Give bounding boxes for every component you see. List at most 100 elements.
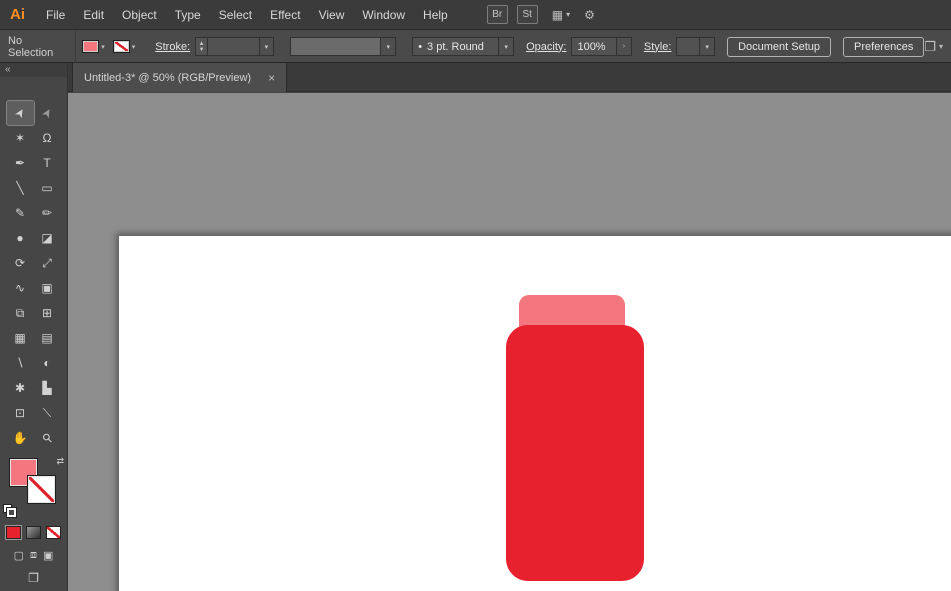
preferences-button[interactable]: Preferences — [843, 37, 924, 57]
menu-file[interactable]: File — [37, 0, 74, 30]
symbol-sprayer-tool-icon: ✱ — [15, 381, 25, 395]
menu-edit[interactable]: Edit — [74, 0, 113, 30]
tool-direct-selection[interactable]: ➤ — [34, 101, 61, 125]
menu-window[interactable]: Window — [353, 0, 414, 30]
tool-selection[interactable]: ➤ — [7, 101, 34, 125]
tool-gradient[interactable]: ▤ — [34, 326, 61, 350]
stroke-color-swatch[interactable] — [113, 40, 130, 53]
tool-rectangle[interactable]: ▭ — [34, 176, 61, 200]
tool-magic-wand[interactable]: ✶ — [7, 126, 34, 150]
chevron-down-icon: ▾ — [566, 10, 570, 19]
cs-live-button[interactable]: ⚙ — [584, 8, 595, 22]
tool-free-transform[interactable]: ▣ — [34, 276, 61, 300]
swap-fill-stroke-icon[interactable]: ⇄ — [56, 456, 64, 467]
tool-pencil[interactable]: ✏ — [34, 201, 61, 225]
document-tab-title: Untitled-3* @ 50% (RGB/Preview) — [84, 72, 251, 84]
tool-hand[interactable]: ✋ — [7, 426, 34, 450]
tool-artboard[interactable]: ⊡ — [7, 401, 34, 425]
opacity-label[interactable]: Opacity: — [526, 41, 566, 53]
tool-slice[interactable]: ⟍ — [34, 401, 61, 425]
opacity-dropdown[interactable]: › — [617, 37, 632, 56]
tool-column-graph[interactable]: ▙ — [34, 376, 61, 400]
tool-scale[interactable]: ⤢ — [34, 251, 61, 275]
tool-perspective-grid[interactable]: ⊞ — [34, 301, 61, 325]
screen-mode-icon[interactable]: ❐ — [0, 571, 67, 585]
menu-effect[interactable]: Effect — [261, 0, 309, 30]
default-fill-stroke-icon[interactable] — [3, 504, 17, 518]
width-profile-dropdown — [290, 37, 381, 56]
bridge-button[interactable]: Br — [487, 5, 508, 24]
arrange-documents-button[interactable]: ▦ ▾ — [552, 8, 570, 22]
tool-eyedropper[interactable]: ∖ — [7, 351, 34, 375]
menu-help[interactable]: Help — [414, 0, 457, 30]
shape-builder-tool-icon: ⧉ — [16, 306, 25, 321]
tool-width[interactable]: ∿ — [7, 276, 34, 300]
tool-shape-builder[interactable]: ⧉ — [7, 301, 34, 325]
type-tool-icon: T — [43, 156, 50, 170]
draw-normal-icon[interactable]: ▢ — [14, 549, 24, 562]
zoom-tool-icon: ⚲ — [39, 430, 55, 446]
width-profile-arrow-icon: ▾ — [381, 37, 396, 56]
blend-tool-icon: ◐ — [43, 356, 50, 370]
magic-wand-tool-icon: ✶ — [15, 131, 25, 145]
stock-button[interactable]: St — [517, 5, 538, 24]
chevron-down-icon: ▾ — [939, 42, 943, 51]
menu-select[interactable]: Select — [210, 0, 261, 30]
stepper-down-icon[interactable]: ▼ — [199, 47, 205, 53]
panel-dock-button[interactable]: ❒ ▾ — [924, 39, 943, 55]
style-label[interactable]: Style: — [644, 41, 672, 53]
menu-view[interactable]: View — [310, 0, 354, 30]
tool-blend[interactable]: ◐ — [34, 351, 61, 375]
stroke-weight-label[interactable]: Stroke: — [155, 41, 190, 53]
scale-tool-icon: ⤢ — [42, 256, 52, 271]
style-dropdown[interactable] — [676, 37, 700, 56]
selection-status: No Selection — [8, 35, 69, 59]
tool-mesh[interactable]: ▦ — [7, 326, 34, 350]
pen-tool-icon: ✒ — [15, 156, 25, 170]
panel-collapse-icon[interactable]: « — [0, 63, 67, 77]
document-tab[interactable]: Untitled-3* @ 50% (RGB/Preview) × — [72, 63, 287, 92]
brush-definition-dropdown[interactable]: • 3 pt. Round — [412, 37, 499, 56]
tool-eraser[interactable]: ◪ — [34, 226, 61, 250]
rotate-tool-icon: ⟳ — [15, 256, 25, 270]
stroke-weight-input[interactable] — [208, 37, 260, 56]
stroke-swatch[interactable] — [27, 475, 56, 504]
tool-zoom[interactable]: ⚲ — [34, 426, 61, 450]
drawing-modes-row: ▢ ⧈ ▣ — [0, 549, 67, 562]
stroke-weight-stepper[interactable]: ▲ ▼ — [195, 37, 208, 56]
tool-rotate[interactable]: ⟳ — [7, 251, 34, 275]
bottle-cap-shape[interactable] — [519, 295, 625, 329]
tool-pen[interactable]: ✒ — [7, 151, 34, 175]
draw-behind-icon[interactable]: ⧈ — [30, 549, 37, 562]
tool-symbol-sprayer[interactable]: ✱ — [7, 376, 34, 400]
tool-type[interactable]: T — [34, 151, 61, 175]
none-button[interactable] — [46, 526, 61, 539]
fill-color-swatch[interactable] — [82, 40, 99, 53]
opacity-input[interactable]: 100% — [571, 37, 617, 56]
lasso-tool-icon: Ω — [43, 131, 52, 145]
fill-chevron-icon[interactable]: ▾ — [101, 43, 105, 51]
hand-tool-icon: ✋ — [13, 431, 28, 445]
menu-bar: Ai File Edit Object Type Select Effect V… — [0, 0, 951, 30]
tool-blob-brush[interactable]: ● — [7, 226, 34, 250]
tool-line-segment[interactable]: ╲ — [7, 176, 34, 200]
stroke-chevron-icon[interactable]: ▾ — [132, 43, 136, 51]
pencil-tool-icon: ✏ — [42, 206, 52, 220]
gradient-button[interactable] — [26, 526, 41, 539]
style-dropdown-arrow[interactable]: ▾ — [700, 37, 715, 56]
menu-object[interactable]: Object — [113, 0, 166, 30]
tool-lasso[interactable]: Ω — [34, 126, 61, 150]
brush-dropdown-arrow[interactable]: ▾ — [499, 37, 514, 56]
tool-grid: ➤ ➤ ✶ Ω ✒ T ╲ ▭ ✎ ✏ ● ◪ ⟳ ⤢ ∿ ▣ ⧉ ⊞ ▦ ▤ … — [0, 101, 67, 450]
menu-type[interactable]: Type — [166, 0, 210, 30]
tool-paintbrush[interactable]: ✎ — [7, 201, 34, 225]
tools-panel: « ➤ ➤ ✶ Ω ✒ T ╲ ▭ ✎ ✏ ● ◪ ⟳ ⤢ ∿ ▣ ⧉ ⊞ ▦ … — [0, 63, 68, 591]
stroke-weight-dropdown[interactable]: ▾ — [260, 37, 275, 56]
close-tab-icon[interactable]: × — [268, 71, 275, 85]
bottle-body-shape[interactable] — [506, 325, 644, 581]
rectangle-tool-icon: ▭ — [41, 181, 52, 195]
draw-inside-icon[interactable]: ▣ — [43, 549, 53, 562]
canvas-area[interactable] — [68, 93, 951, 591]
document-setup-button[interactable]: Document Setup — [727, 37, 831, 57]
color-button[interactable] — [6, 526, 21, 539]
